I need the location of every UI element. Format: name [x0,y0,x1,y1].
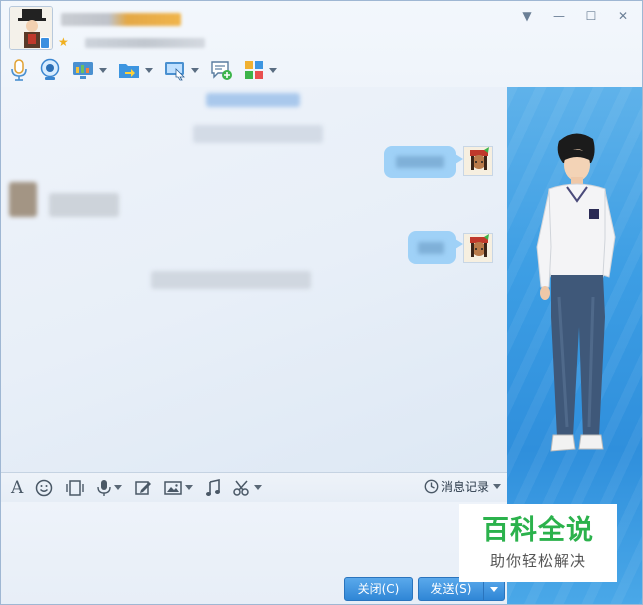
window-controls: ▼ — ☐ ✕ [520,9,630,23]
apps-grid-icon [245,61,263,79]
file-transfer-icon [119,64,139,78]
apps-button[interactable] [243,57,277,83]
screen-share-button[interactable] [71,57,107,83]
input-toolbar: A 消息记录 [1,472,507,502]
voice-call-button[interactable] [9,57,29,83]
image-icon [164,480,183,495]
chevron-down-icon [114,485,123,490]
timestamp-blurred [193,125,323,143]
screen-share-icon [73,62,93,79]
history-label: 消息记录 [440,480,489,494]
music-note-icon [206,478,221,496]
incoming-avatar-blurred [9,182,37,217]
incoming-message-blurred[interactable] [49,193,119,217]
maximize-icon[interactable]: ☐ [584,9,598,23]
chevron-down-icon [99,67,107,73]
message-input[interactable]: 关闭(C) 发送(S) [1,502,507,604]
my-avatar[interactable] [463,146,493,176]
chevron-down-icon [493,484,501,489]
close-icon[interactable]: ✕ [616,9,630,23]
chevron-down-icon [269,67,277,73]
edit-icon [135,480,152,495]
character-figure [536,133,616,452]
remote-desktop-icon [165,62,185,81]
screenshot-button[interactable] [233,479,263,497]
emoji-icon [36,479,53,496]
remote-desktop-button[interactable] [163,57,199,83]
add-chat-icon [211,61,232,80]
webcam-icon [40,58,60,80]
clock-icon [424,479,439,494]
outgoing-message-bubble[interactable] [384,146,463,178]
chat-header: ★ ▼ — ☐ ✕ [1,1,642,57]
chevron-down-icon [191,67,199,73]
file-transfer-button[interactable] [117,57,153,83]
microphone-icon [97,479,111,496]
close-button[interactable]: 关闭(C) [344,577,413,601]
app-toolbar [1,55,341,85]
doodle-button[interactable] [134,479,152,497]
microphone-icon [11,59,27,81]
chat-history[interactable] [1,87,507,472]
video-call-button[interactable] [39,57,61,83]
online-status-icon [40,37,50,49]
minimize-icon[interactable]: — [552,9,566,23]
chevron-down-icon [185,485,194,490]
send-image-button[interactable] [164,480,194,496]
scissors-icon [233,480,250,496]
chevron-down-icon [254,485,263,490]
window-menu-icon[interactable]: ▼ [520,9,534,23]
music-button[interactable] [205,478,221,497]
vip-star-icon: ★ [58,35,69,49]
chevron-down-icon [145,67,153,73]
emoji-button[interactable] [35,479,53,497]
contact-signature-blurred [85,38,205,48]
outgoing-message-bubble[interactable] [408,231,463,264]
font-button[interactable]: A [11,478,23,498]
font-icon: A [11,477,24,498]
watermark-title: 百科全说 [482,515,594,546]
shake-icon [66,479,84,496]
chevron-down-icon [490,587,498,592]
watermark: 百科全说 助你轻松解决 [459,504,617,582]
message-history-button[interactable]: 消息记录 [424,478,501,495]
my-avatar[interactable] [463,233,493,263]
system-notice-blurred [151,271,311,289]
voice-message-button[interactable] [97,479,123,497]
timestamp-blurred [206,93,300,107]
new-group-chat-button[interactable] [209,57,233,83]
chat-window: ★ ▼ — ☐ ✕ A 消息记录 关闭(C) 发送(S) 百科全说 助你轻松解决 [0,0,643,605]
watermark-subtitle: 助你轻松解决 [489,552,586,570]
contact-name-blurred [61,13,181,26]
shake-window-button[interactable] [65,479,85,497]
